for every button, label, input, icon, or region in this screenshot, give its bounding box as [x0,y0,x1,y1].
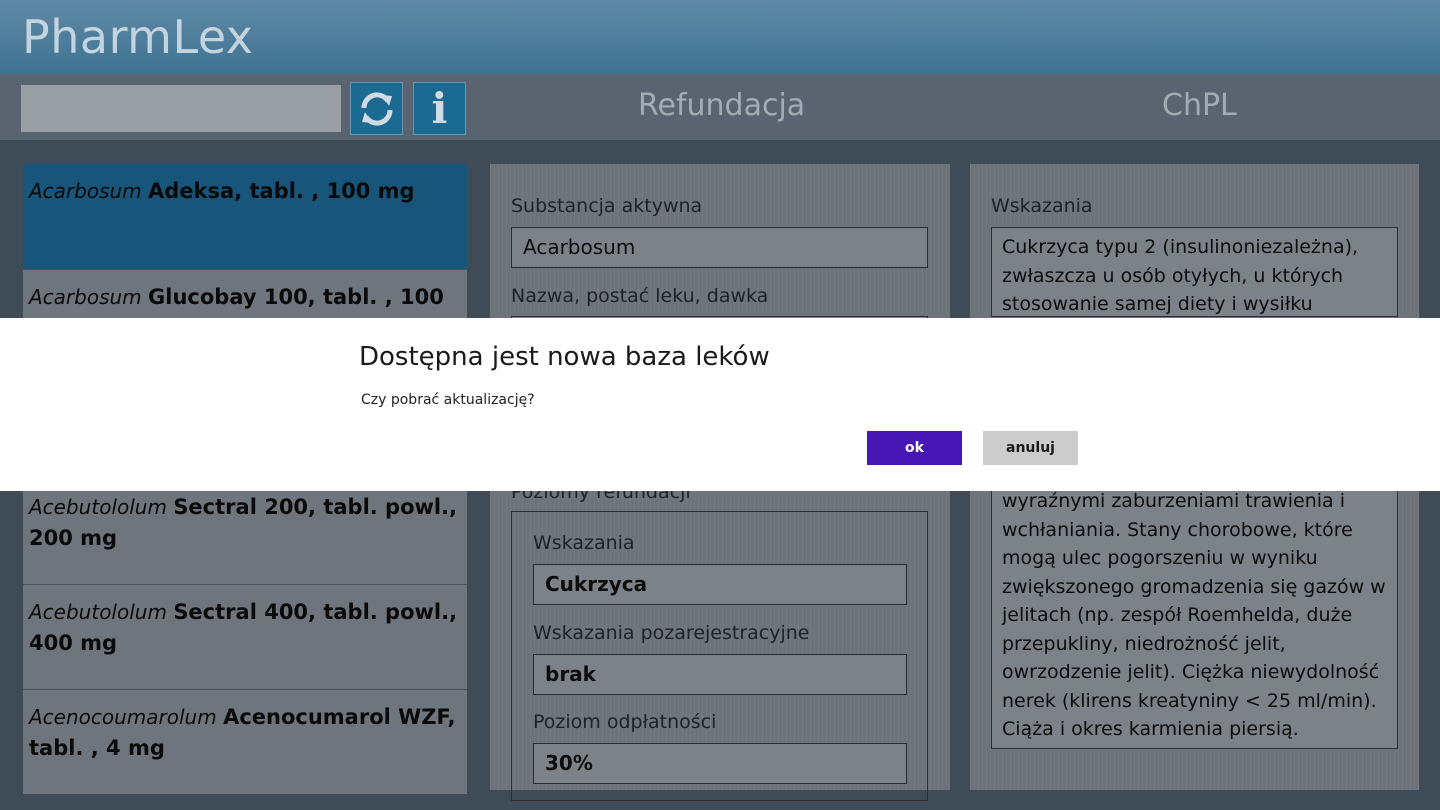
tab-chpl[interactable]: ChPL [1162,88,1237,123]
app-title: PharmLex [22,10,254,64]
chpl-indications-label: Wskazania [991,195,1093,217]
list-item-name: Adeksa, tabl. , 100 mg [148,179,415,203]
list-item[interactable]: Acebutololum Sectral 400, tabl. powl., 4… [23,584,467,689]
refund-levels-group: Wskazania Cukrzyca Wskazania pozarejestr… [511,511,928,801]
list-item[interactable]: Acebutololum Sectral 200, tabl. powl., 2… [23,479,467,584]
list-item-substance: Acarbosum [29,285,142,309]
offlabel-label: Wskazania pozarejestracyjne [533,622,810,644]
ok-button[interactable]: ok [867,431,962,465]
indications-label: Wskazania [533,532,635,554]
list-item[interactable]: Acarbosum Adeksa, tabl. , 100 mg [23,164,467,269]
list-item-substance: Acebutololum [29,600,167,624]
list-item-substance: Acarbosum [29,179,142,203]
list-item-substance: Acebutololum [29,495,167,519]
offlabel-field: brak [533,654,907,695]
payment-level-label: Poziom odpłatności [533,711,717,733]
refresh-button[interactable] [350,82,403,135]
substance-field: Acarbosum [511,227,928,268]
info-icon: i [431,84,448,133]
list-item-substance: Acenocoumarolum [29,705,217,729]
info-button[interactable]: i [413,82,466,135]
dialog-message: Czy pobrać aktualizację? [361,392,535,408]
payment-level-field: 30% [533,743,907,784]
list-item[interactable]: Acenocoumarolum Acenocumarol WZF, tabl. … [23,689,467,794]
substance-label: Substancja aktywna [511,195,703,217]
indications-field: Cukrzyca [533,564,907,605]
cancel-button[interactable]: anuluj [983,431,1078,465]
dialog-title: Dostępna jest nowa baza leków [359,342,770,372]
search-input[interactable] [21,85,341,132]
refresh-icon [360,91,393,126]
update-dialog: Dostępna jest nowa baza leków Czy pobrać… [0,318,1440,491]
chpl-indications-text-bottom: wyraźnymi zaburzeniami trawienia i wchła… [991,482,1398,749]
tab-refundacja[interactable]: Refundacja [638,88,805,123]
chpl-indications-text-top: Cukrzyca typu 2 (insulinoniezależna), zw… [991,227,1398,317]
toolbar: i Refundacja ChPL [0,74,1440,140]
drug-name-label: Nazwa, postać leku, dawka [511,285,769,307]
title-bar: PharmLex [0,0,1440,74]
